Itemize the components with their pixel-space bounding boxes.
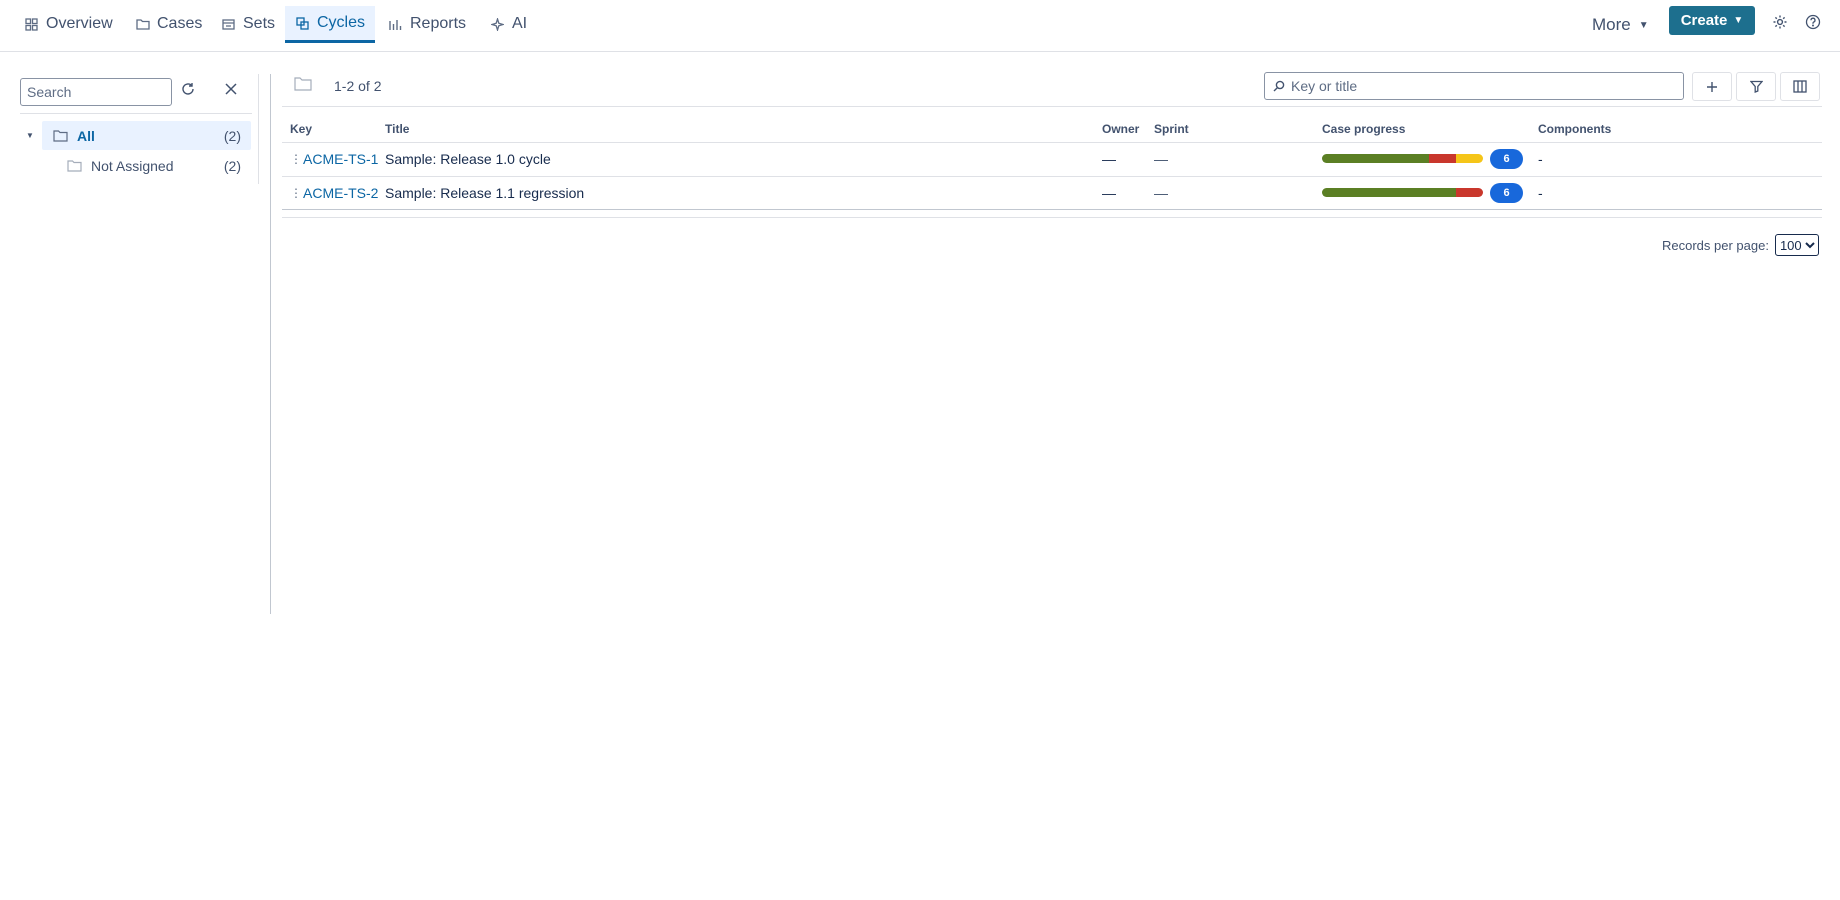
column-header-owner[interactable]: Owner bbox=[1102, 122, 1139, 136]
folder-icon bbox=[53, 129, 69, 143]
cycles-list: 1-2 of 2 Key Title Owner Sprint Case pro… bbox=[282, 52, 1822, 352]
key-search-field[interactable] bbox=[1264, 72, 1684, 100]
row-key-link[interactable]: ACME-TS-1 bbox=[303, 151, 378, 167]
tab-reports[interactable]: Reports bbox=[378, 6, 476, 42]
tree-item-not-assigned[interactable]: Not Assigned (2) bbox=[42, 151, 251, 180]
row-title[interactable]: Sample: Release 1.0 cycle bbox=[385, 143, 551, 175]
filter-button[interactable] bbox=[1736, 72, 1776, 101]
bar-chart-icon bbox=[388, 17, 403, 32]
tab-cycles[interactable]: Cycles bbox=[285, 6, 376, 43]
tab-label: Cases bbox=[157, 15, 203, 32]
tree-item-count: (2) bbox=[223, 157, 241, 174]
plus-icon bbox=[1707, 81, 1717, 92]
row-key-cell: ⋮ ACME-TS-2 bbox=[290, 177, 378, 209]
tab-label: AI bbox=[512, 15, 528, 32]
row-owner: — bbox=[1102, 151, 1116, 167]
divider bbox=[282, 209, 1822, 210]
progress-count-badge[interactable]: 6 bbox=[1490, 149, 1523, 169]
more-menu-button[interactable]: More ▼ bbox=[1586, 10, 1655, 40]
case-progress-bar[interactable] bbox=[1322, 154, 1483, 163]
tab-overview[interactable]: Overview bbox=[14, 6, 123, 42]
divider bbox=[282, 217, 1822, 218]
create-button[interactable]: Create ▼ bbox=[1669, 6, 1755, 35]
record-count: 1-2 of 2 bbox=[334, 78, 382, 94]
caret-down-icon: ▼ bbox=[1733, 15, 1744, 26]
row-owner: — bbox=[1102, 185, 1116, 201]
tab-sets[interactable]: Sets bbox=[211, 6, 285, 42]
records-per-page-select[interactable]: 100 bbox=[1774, 234, 1819, 256]
tab-ai[interactable]: AI bbox=[480, 6, 537, 42]
table-row[interactable]: ⋮ ACME-TS-1 Sample: Release 1.0 cycle — … bbox=[282, 143, 1822, 175]
caret-down-icon: ▼ bbox=[1638, 19, 1649, 31]
close-icon[interactable] bbox=[220, 78, 242, 100]
help-icon[interactable] bbox=[1803, 12, 1823, 32]
tree-item-label: All bbox=[77, 127, 95, 144]
table-row[interactable]: ⋮ ACME-TS-2 Sample: Release 1.1 regressi… bbox=[282, 177, 1822, 209]
progress-segment-pass bbox=[1322, 188, 1457, 197]
row-title[interactable]: Sample: Release 1.1 regression bbox=[385, 177, 584, 209]
columns-button[interactable] bbox=[1780, 72, 1820, 101]
divider bbox=[258, 74, 259, 184]
column-header-key[interactable]: Key bbox=[290, 122, 312, 136]
progress-segment-pass bbox=[1322, 154, 1430, 163]
divider bbox=[20, 113, 252, 114]
column-header-components[interactable]: Components bbox=[1538, 122, 1611, 136]
more-label: More bbox=[1592, 15, 1631, 34]
row-components: - bbox=[1538, 185, 1543, 201]
row-sprint: — bbox=[1154, 151, 1168, 167]
top-navigation: Overview Cases Sets Cycles Reports AI Mo… bbox=[0, 0, 1840, 52]
records-per-page: Records per page: 100 bbox=[1662, 234, 1819, 256]
create-label: Create bbox=[1680, 12, 1728, 29]
divider bbox=[282, 106, 1822, 107]
filter-icon bbox=[1749, 80, 1763, 93]
search-icon bbox=[1273, 80, 1285, 92]
tree-item-all[interactable]: All (2) bbox=[42, 121, 251, 150]
sparkle-icon bbox=[490, 17, 505, 32]
records-per-page-label: Records per page: bbox=[1662, 237, 1769, 253]
tree-toggle-icon[interactable]: ▼ bbox=[24, 127, 36, 143]
column-header-title[interactable]: Title bbox=[385, 122, 409, 136]
folder-search-input[interactable] bbox=[20, 78, 172, 106]
columns-icon bbox=[1793, 80, 1807, 93]
add-button[interactable] bbox=[1692, 72, 1732, 101]
tab-cases[interactable]: Cases bbox=[125, 6, 212, 42]
column-header-sprint[interactable]: Sprint bbox=[1154, 122, 1189, 136]
folder-panel: ▼ All (2) Not Assigned (2) bbox=[0, 52, 271, 614]
tree-item-count: (2) bbox=[223, 127, 241, 144]
column-header-case-progress[interactable]: Case progress bbox=[1322, 122, 1405, 136]
panel-resize-handle[interactable] bbox=[270, 74, 271, 614]
case-progress-bar[interactable] bbox=[1322, 188, 1483, 197]
set-icon bbox=[221, 17, 236, 32]
drag-handle-icon[interactable]: ⋮ bbox=[290, 186, 302, 200]
grid-icon bbox=[24, 17, 39, 32]
row-sprint: — bbox=[1154, 185, 1168, 201]
tab-label: Sets bbox=[243, 15, 276, 32]
folder-icon bbox=[67, 159, 83, 173]
tab-label: Cycles bbox=[317, 14, 366, 31]
folder-icon bbox=[294, 76, 312, 92]
row-components: - bbox=[1538, 151, 1543, 167]
tab-label: Reports bbox=[410, 15, 467, 32]
refresh-icon[interactable] bbox=[177, 78, 199, 100]
cycles-icon bbox=[295, 16, 310, 31]
gear-icon[interactable] bbox=[1770, 12, 1790, 32]
progress-count-badge[interactable]: 6 bbox=[1490, 183, 1523, 203]
progress-segment-fail bbox=[1429, 154, 1457, 163]
folder-icon bbox=[135, 17, 150, 32]
row-key-cell: ⋮ ACME-TS-1 bbox=[290, 143, 378, 175]
tree-item-label: Not Assigned bbox=[91, 157, 174, 174]
row-key-link[interactable]: ACME-TS-2 bbox=[303, 185, 378, 201]
drag-handle-icon[interactable]: ⋮ bbox=[290, 152, 302, 166]
key-search-input[interactable] bbox=[1291, 74, 1683, 98]
tab-label: Overview bbox=[46, 15, 113, 32]
progress-segment-fail bbox=[1456, 188, 1483, 197]
progress-segment-in-progress bbox=[1456, 154, 1483, 163]
